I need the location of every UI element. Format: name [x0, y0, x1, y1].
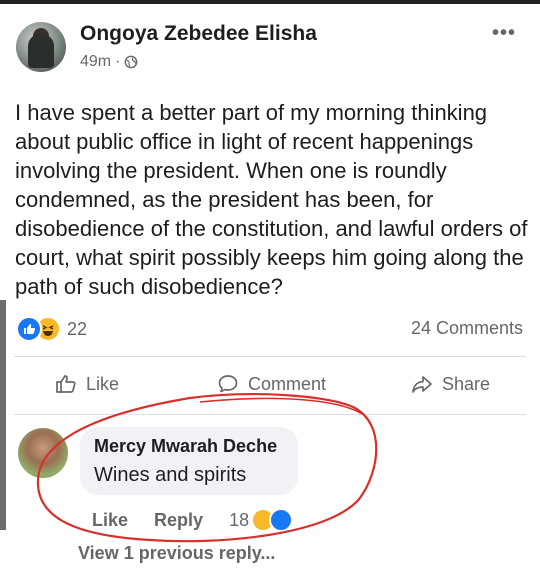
meta-separator: ·: [115, 53, 121, 70]
like-reaction-icon: [16, 316, 42, 342]
like-reaction-icon: [269, 508, 294, 532]
more-options-icon[interactable]: •••: [492, 22, 516, 45]
thumbs-up-icon: [56, 375, 76, 393]
post-author-name[interactable]: Ongoya Zebedee Elisha: [80, 22, 317, 46]
comment-actions: Like Reply 18: [92, 508, 294, 532]
like-button[interactable]: Like: [54, 372, 119, 396]
share-button[interactable]: Share: [410, 372, 490, 396]
post-reactions[interactable]: 22: [16, 316, 87, 342]
view-previous-reply-link[interactable]: View 1 previous reply...: [78, 543, 275, 564]
top-edge-bar: [0, 0, 540, 4]
comment-like-button[interactable]: Like: [92, 510, 128, 531]
comment-text: Wines and spirits: [94, 464, 247, 486]
comment-reaction-count[interactable]: 18: [229, 510, 249, 531]
comment-reactions[interactable]: [251, 508, 294, 532]
post-meta: 49m ·: [80, 53, 138, 71]
post-time[interactable]: 49m: [80, 53, 111, 71]
comment-reply-button[interactable]: Reply: [154, 510, 203, 531]
comment-label: Comment: [248, 373, 327, 394]
comment-bubble: Mercy Mwarah Deche Wines and spirits: [80, 427, 298, 495]
post-action-bar: Like Comment Share: [0, 372, 540, 402]
like-label: Like: [86, 373, 120, 394]
comment-author-name[interactable]: Mercy Mwarah Deche: [94, 436, 277, 457]
avatar-figure-shape: [28, 34, 54, 68]
post-text: I have spent a better part of my morning…: [15, 100, 528, 299]
left-edge-bar: [0, 300, 6, 530]
share-arrow-icon: [412, 376, 432, 393]
reaction-count: 22: [67, 318, 88, 339]
comment-button[interactable]: Comment: [216, 372, 326, 396]
share-label: Share: [442, 373, 491, 394]
divider: [14, 414, 526, 415]
comments-count[interactable]: 24 Comments: [411, 318, 523, 339]
globe-icon: [125, 55, 138, 69]
comment-bubble-icon: [218, 375, 238, 393]
post-author-avatar[interactable]: [16, 22, 66, 72]
comment-author-avatar[interactable]: [18, 428, 68, 478]
divider: [14, 356, 526, 357]
